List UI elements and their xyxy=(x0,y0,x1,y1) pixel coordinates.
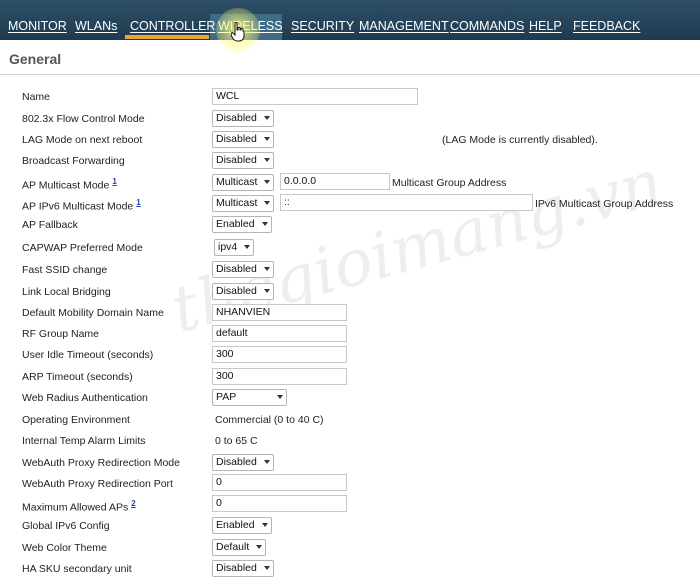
broadcast-forwarding-select[interactable]: Disabled xyxy=(212,152,274,169)
rf-group-label: RF Group Name xyxy=(22,328,100,340)
tab-monitor[interactable]: MONITOR xyxy=(8,19,67,33)
lag-mode-select[interactable]: Disabled xyxy=(212,131,274,148)
chevron-down-icon xyxy=(261,222,268,226)
web-color-theme-select[interactable]: Default xyxy=(212,539,267,556)
webauth-proxy-port-label: WebAuth Proxy Redirection Port xyxy=(22,478,173,490)
ap-fallback-select[interactable]: Enabled xyxy=(212,216,272,233)
lag-mode-label: LAG Mode on next reboot xyxy=(22,134,143,146)
tab-management[interactable]: MANAGEMENT xyxy=(359,19,449,33)
fast-ssid-select[interactable]: Disabled xyxy=(212,261,274,278)
multicast-group-address-label: Multicast Group Address xyxy=(392,177,507,189)
arp-timeout-label: ARP Timeout (seconds) xyxy=(22,371,133,383)
tab-wlans[interactable]: WLANs xyxy=(75,19,117,33)
footnote-link[interactable]: 1 xyxy=(112,177,116,186)
link-local-bridging-label: Link Local Bridging xyxy=(22,286,111,298)
ap-ipv6-multicast-label: AP IPv6 Multicast Mode 1 xyxy=(22,198,141,213)
tab-help[interactable]: HELP xyxy=(529,19,562,33)
max-aps-label: Maximum Allowed APs 2 xyxy=(22,499,136,514)
chevron-down-icon xyxy=(263,137,270,141)
link-local-bridging-select[interactable]: Disabled xyxy=(212,283,274,300)
user-idle-timeout-input[interactable]: 300 xyxy=(212,346,347,363)
webauth-proxy-mode-label: WebAuth Proxy Redirection Mode xyxy=(22,457,180,469)
web-color-theme-label: Web Color Theme xyxy=(22,542,107,554)
arp-timeout-input[interactable]: 300 xyxy=(212,368,347,385)
broadcast-forwarding-label: Broadcast Forwarding xyxy=(22,155,125,167)
web-radius-auth-select[interactable]: PAP xyxy=(212,389,287,406)
name-label: Name xyxy=(22,91,51,103)
page-title: General xyxy=(9,51,62,67)
web-radius-auth-label: Web Radius Authentication xyxy=(22,392,148,404)
chevron-down-icon xyxy=(263,158,270,162)
title-divider xyxy=(0,74,700,75)
tab-commands[interactable]: COMMANDS xyxy=(450,19,524,33)
ipv6-multicast-group-address-label: IPv6 Multicast Group Address xyxy=(535,198,674,210)
chevron-down-icon xyxy=(264,180,271,184)
footnote-link[interactable]: 2 xyxy=(131,499,135,508)
active-tab-indicator xyxy=(125,35,209,39)
chevron-down-icon xyxy=(277,395,283,399)
top-navigation-bar: MONITOR WLANs CONTROLLER WIRELESS SECURI… xyxy=(0,0,700,40)
chevron-down-icon xyxy=(256,545,263,549)
global-ipv6-label: Global IPv6 Config xyxy=(22,520,110,532)
ha-sku-label: HA SKU secondary unit xyxy=(22,563,132,575)
global-ipv6-select[interactable]: Enabled xyxy=(212,517,272,534)
chevron-down-icon xyxy=(261,523,268,527)
chevron-down-icon xyxy=(263,116,270,120)
chevron-down-icon xyxy=(263,289,270,293)
chevron-down-icon xyxy=(263,267,270,271)
flow-control-label: 802.3x Flow Control Mode xyxy=(22,113,145,125)
tab-controller[interactable]: CONTROLLER xyxy=(130,19,215,33)
mobility-domain-label: Default Mobility Domain Name xyxy=(22,307,164,319)
user-idle-timeout-label: User Idle Timeout (seconds) xyxy=(22,349,154,361)
name-input[interactable]: WCL xyxy=(212,88,418,105)
webauth-proxy-mode-select[interactable]: Disabled xyxy=(212,454,274,471)
fast-ssid-label: Fast SSID change xyxy=(22,264,108,276)
temp-alarm-label: Internal Temp Alarm Limits xyxy=(22,435,146,447)
footnote-link[interactable]: 1 xyxy=(136,198,140,207)
ipv6-multicast-group-address-input[interactable]: :: xyxy=(280,194,533,211)
chevron-down-icon xyxy=(244,245,251,249)
ap-ipv6-multicast-select[interactable]: Multicast xyxy=(212,195,275,212)
ap-multicast-label: AP Multicast Mode 1 xyxy=(22,177,117,192)
mobility-domain-input[interactable]: NHANVIEN xyxy=(212,304,347,321)
temp-alarm-value: 0 to 65 C xyxy=(215,435,258,447)
chevron-down-icon xyxy=(263,566,270,570)
flow-control-select[interactable]: Disabled xyxy=(212,110,274,127)
chevron-down-icon xyxy=(264,201,271,205)
tab-feedback[interactable]: FEEDBACK xyxy=(573,19,640,33)
capwap-mode-label: CAPWAP Preferred Mode xyxy=(22,242,143,254)
max-aps-input[interactable]: 0 xyxy=(212,495,347,512)
hand-cursor-icon xyxy=(231,22,245,42)
lag-mode-note: (LAG Mode is currently disabled). xyxy=(442,134,598,146)
ap-fallback-label: AP Fallback xyxy=(22,219,78,231)
multicast-group-address-input[interactable]: 0.0.0.0 xyxy=(280,173,390,190)
webauth-proxy-port-input[interactable]: 0 xyxy=(212,474,347,491)
ha-sku-select[interactable]: Disabled xyxy=(212,560,274,577)
tab-security[interactable]: SECURITY xyxy=(291,19,354,33)
rf-group-input[interactable]: default xyxy=(212,325,347,342)
chevron-down-icon xyxy=(263,460,270,464)
operating-environment-label: Operating Environment xyxy=(22,414,130,426)
operating-environment-value: Commercial (0 to 40 C) xyxy=(215,414,324,426)
capwap-mode-select[interactable]: ipv4 xyxy=(214,239,255,256)
ap-multicast-select[interactable]: Multicast xyxy=(212,174,275,191)
